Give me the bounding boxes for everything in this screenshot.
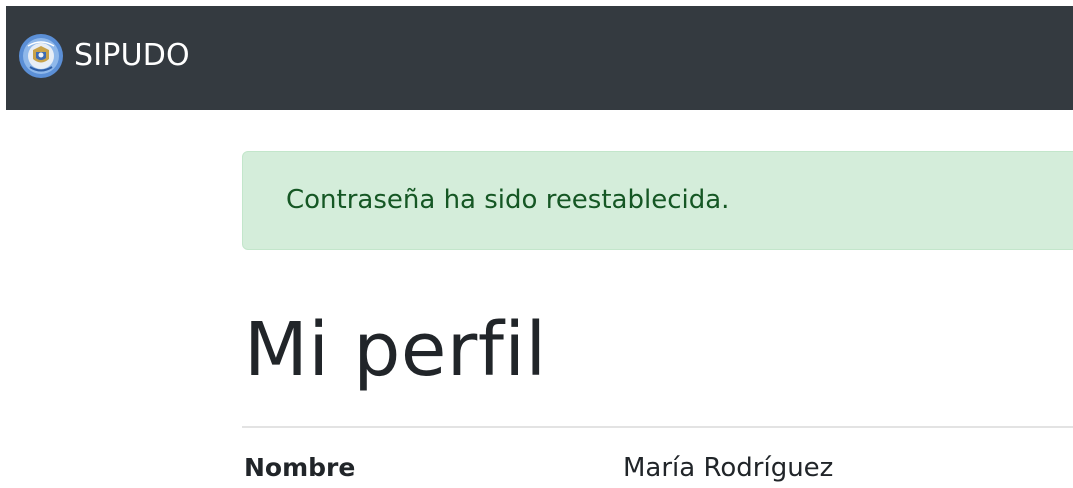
brand-link[interactable]: SIPUDO <box>18 33 190 79</box>
university-seal-icon <box>19 34 63 78</box>
brand-title: SIPUDO <box>74 38 190 73</box>
page-title: Mi perfil <box>244 307 547 393</box>
field-label-nombre: Nombre <box>244 453 356 482</box>
success-alert: Contraseña ha sido reestablecida. <box>242 151 1073 250</box>
divider <box>242 426 1073 428</box>
alert-message: Contraseña ha sido reestablecida. <box>286 185 730 215</box>
field-value-nombre: María Rodríguez <box>623 453 834 483</box>
top-navbar: SIPUDO <box>6 6 1073 110</box>
